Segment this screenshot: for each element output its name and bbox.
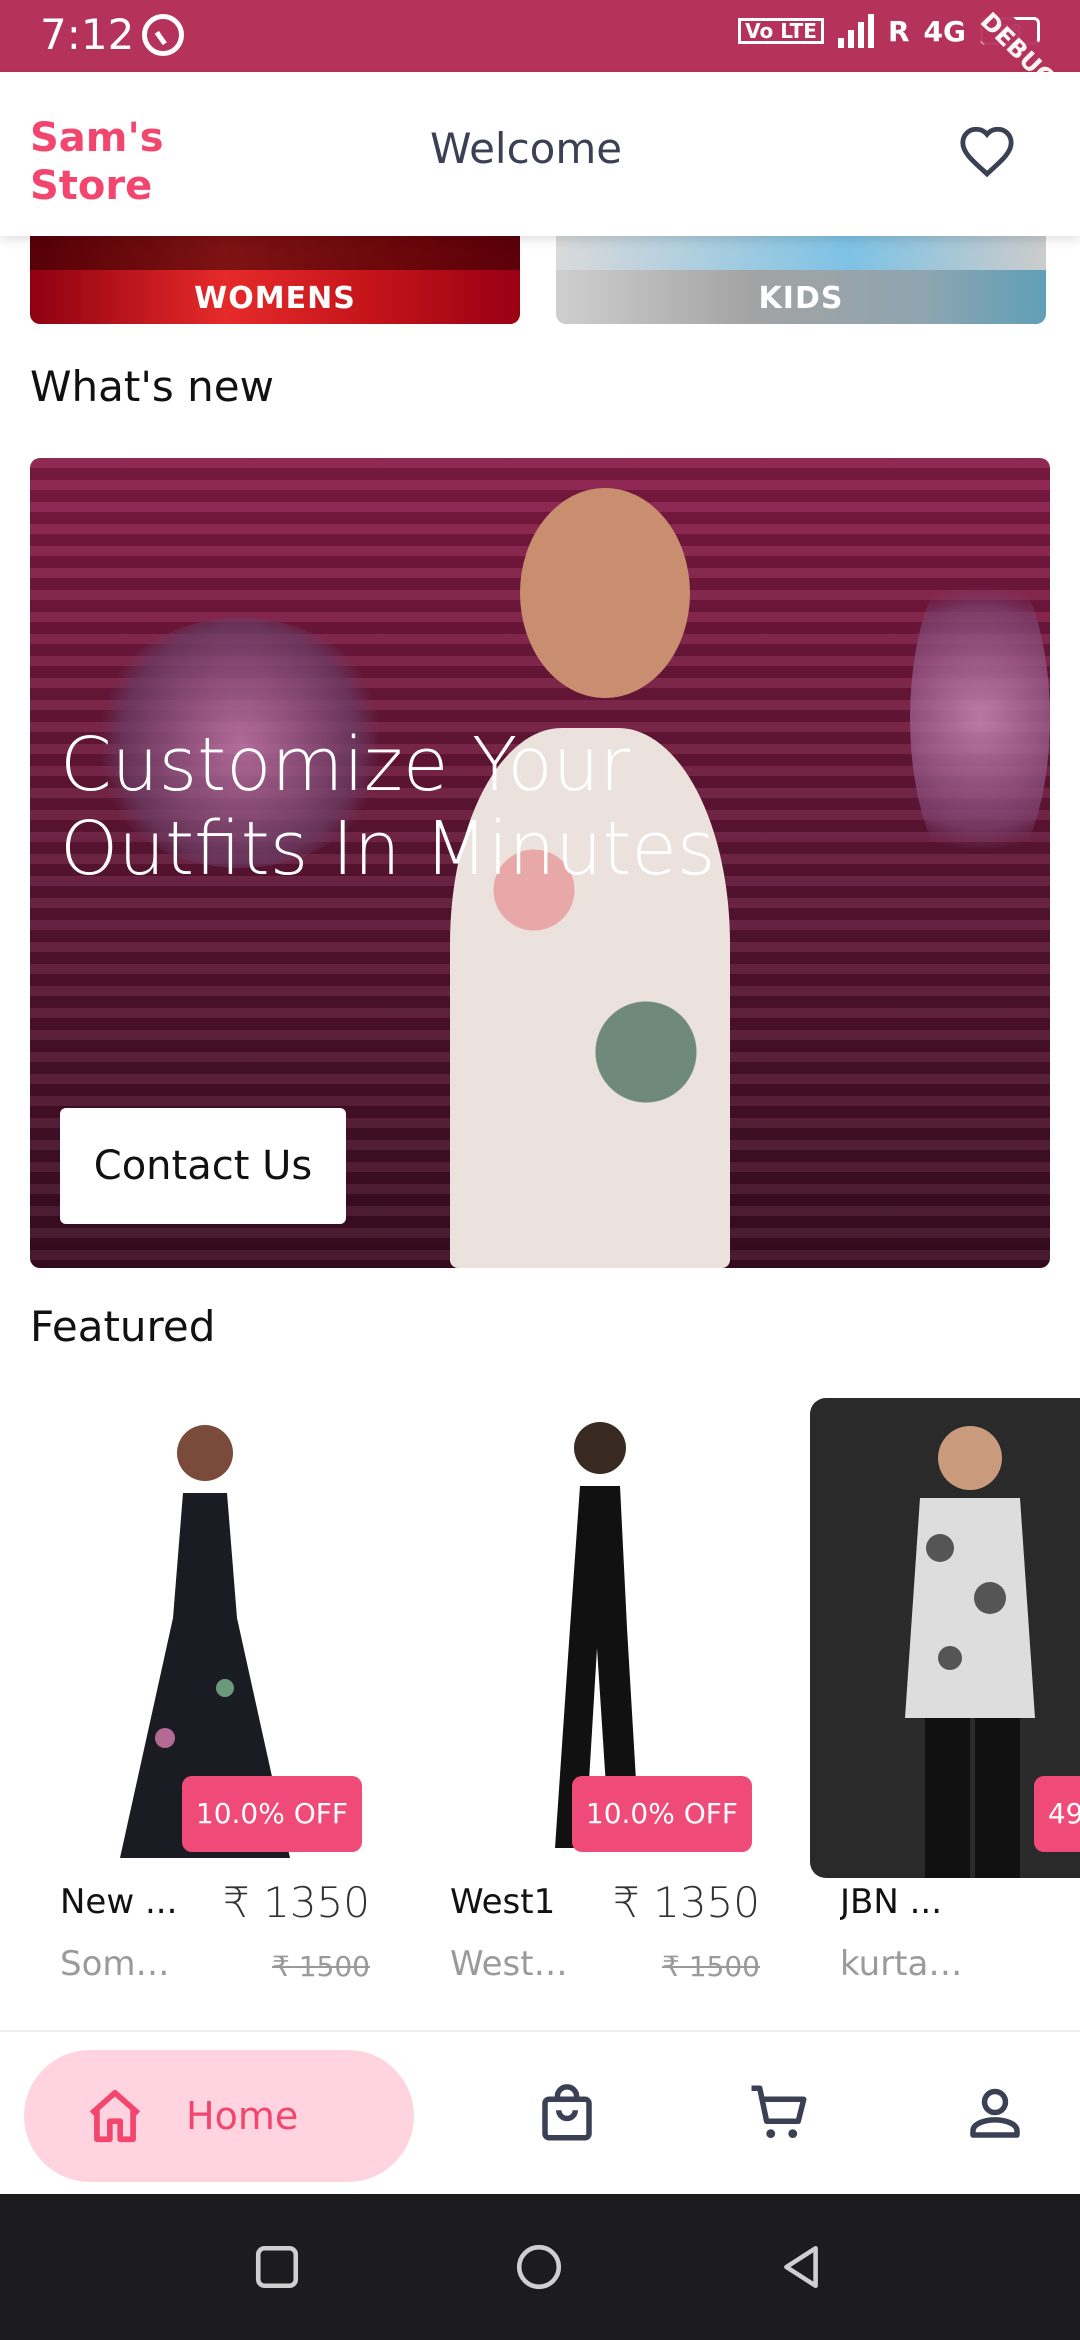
- product-card[interactable]: 49.97 JBN ... ₹ 1 kurta ... ₹: [810, 1398, 1080, 1998]
- home-icon: [89, 2089, 141, 2143]
- product-description: kurta ...: [840, 1944, 970, 1984]
- page-title: Welcome: [430, 124, 623, 173]
- category-image: [30, 236, 520, 270]
- status-time: 7:12: [40, 10, 135, 59]
- kurta-image: [905, 1426, 1035, 1878]
- profile-icon[interactable]: [962, 2080, 1028, 2146]
- roaming-indicator: R: [887, 14, 910, 48]
- product-name: West1: [450, 1882, 556, 1922]
- hero-headline-line-1: Customize Your: [60, 722, 630, 808]
- product-description: Some ...: [60, 1944, 190, 1984]
- product-name: New ...: [60, 1882, 178, 1922]
- product-price: ₹ 1350: [223, 1878, 370, 1927]
- product-old-price: ₹ 1500: [662, 1950, 760, 1983]
- home-button-icon[interactable]: [514, 2242, 564, 2292]
- hero-headline-line-2: Outfits In Minutes: [60, 806, 716, 892]
- do-not-disturb-icon: [142, 14, 184, 56]
- status-bar: 7:12 Vo LTE R 4G 58 DEBUG: [0, 0, 1080, 149]
- category-womens[interactable]: WOMENS: [30, 236, 520, 324]
- product-card[interactable]: 10.0% OFF West1 ₹ 1350 West1 ... ₹ 1500: [420, 1398, 770, 1998]
- system-navigation-bar: [0, 2194, 1080, 2340]
- recents-icon[interactable]: [252, 2242, 302, 2292]
- store-logo[interactable]: Sam's Store: [30, 114, 230, 210]
- product-price: ₹ 1350: [613, 1878, 760, 1927]
- discount-badge: 49.97: [1033, 1776, 1080, 1852]
- section-title-featured: Featured: [30, 1302, 216, 1351]
- back-icon[interactable]: [776, 2242, 826, 2292]
- cart-icon[interactable]: [746, 2080, 812, 2146]
- product-description: West1 ...: [450, 1944, 580, 1984]
- shopping-bag-icon[interactable]: [534, 2080, 600, 2146]
- hero-headline: Customize Your Outfits In Minutes: [60, 723, 715, 891]
- contact-us-button[interactable]: Contact Us: [60, 1108, 346, 1224]
- hero-flowers: [910, 548, 1050, 888]
- category-kids[interactable]: KIDS: [556, 236, 1046, 324]
- product-old-price: ₹ 1500: [272, 1950, 370, 1983]
- discount-badge: 10.0% OFF: [571, 1776, 752, 1852]
- category-label: WOMENS: [194, 281, 356, 316]
- category-image: [556, 236, 1046, 270]
- hero-banner[interactable]: Customize Your Outfits In Minutes Contac…: [30, 458, 1050, 1268]
- product-name: JBN ...: [840, 1882, 943, 1922]
- volte-icon: Vo LTE: [738, 18, 824, 44]
- nav-home-tab[interactable]: Home: [24, 2050, 414, 2182]
- nav-home-label: Home: [186, 2094, 299, 2138]
- featured-product-list[interactable]: 10.0% OFF New ... ₹ 1350 Some ... ₹ 1500…: [30, 1398, 1080, 1998]
- signal-icon: [837, 14, 874, 48]
- category-label: KIDS: [758, 281, 844, 316]
- bottom-navigation: Home: [0, 2030, 1080, 2194]
- discount-badge: 10.0% OFF: [181, 1776, 362, 1852]
- product-card[interactable]: 10.0% OFF New ... ₹ 1350 Some ... ₹ 1500: [30, 1398, 380, 1998]
- app-bar: Sam's Store Welcome: [0, 72, 1080, 236]
- heart-icon[interactable]: [958, 124, 1016, 178]
- section-title-whats-new: What's new: [30, 362, 274, 411]
